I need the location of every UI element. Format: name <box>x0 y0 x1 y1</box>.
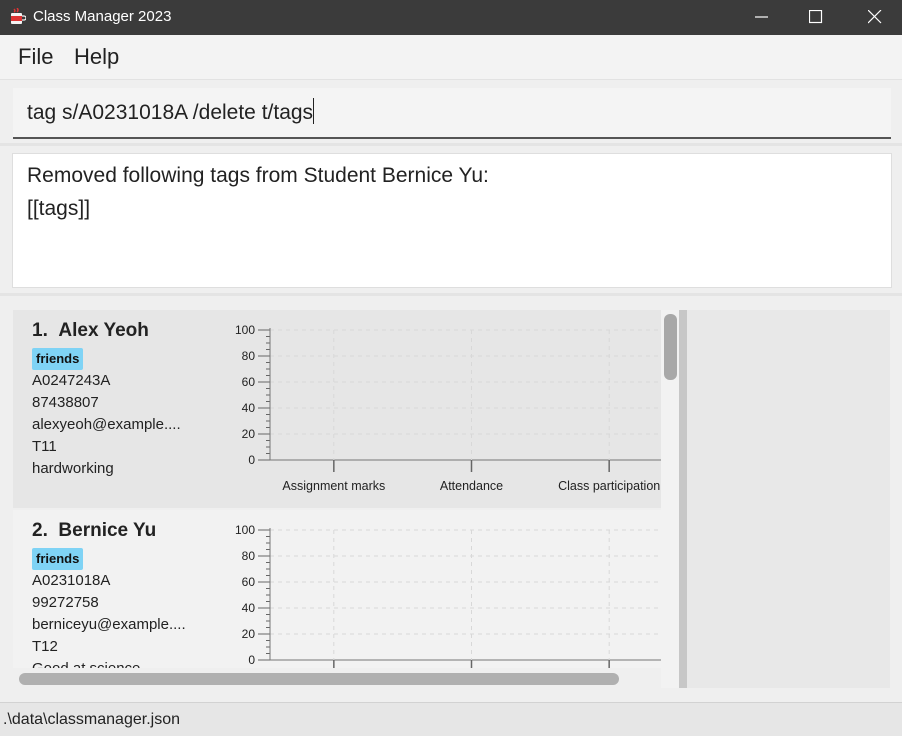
window-title: Class Manager 2023 <box>33 8 172 25</box>
y-tick-label: 100 <box>235 523 255 537</box>
y-tick-label: 40 <box>242 601 256 615</box>
menu-bar: File Help <box>0 35 902 80</box>
x-tick-label: Assignment marks <box>282 479 385 493</box>
close-icon <box>868 10 882 24</box>
text-caret <box>313 98 315 124</box>
y-tick-label: 0 <box>248 453 255 467</box>
java-cup-icon <box>11 8 26 24</box>
email: berniceyu@example.... <box>32 616 186 633</box>
student-name-text: Bernice Yu <box>58 520 157 541</box>
result-line: [[tags]] <box>27 197 91 220</box>
phone: 99272758 <box>32 594 99 611</box>
tag-badge: friends <box>32 548 84 570</box>
student-name: 2. Bernice Yu <box>32 520 156 542</box>
command-text: tag s/A0231018A /delete t/tags <box>27 101 314 124</box>
class-number: T11 <box>32 438 57 455</box>
student-card[interactable]: 1. Alex Yeoh friends A0247243A 87438807 … <box>13 310 661 508</box>
phone: 87438807 <box>32 394 99 411</box>
menu-file[interactable]: File <box>18 44 53 70</box>
command-box[interactable]: tag s/A0231018A /delete t/tags <box>13 88 891 139</box>
detail-panel <box>687 310 890 688</box>
close-button[interactable] <box>852 0 898 35</box>
student-number: A0247243A <box>32 372 111 389</box>
y-tick-label: 0 <box>248 653 255 667</box>
student-index: 2. <box>32 520 48 541</box>
y-tick-label: 40 <box>242 401 256 415</box>
result-display: Removed following tags from Student Bern… <box>12 153 892 288</box>
grades-chart: 0 20 40 60 80 100 Assignment marks Attendance Cl… <box>235 323 661 493</box>
result-line: Removed following tags from Student Bern… <box>27 164 489 187</box>
student-index: 1. <box>32 320 48 341</box>
horizontal-scroll-thumb[interactable] <box>19 673 619 685</box>
minimize-icon <box>755 16 768 18</box>
student-name: 1. Alex Yeoh <box>32 320 149 342</box>
student-list[interactable]: 1. Alex Yeoh friends A0247243A 87438807 … <box>13 310 661 668</box>
y-tick-label: 80 <box>242 349 256 363</box>
x-tick-label: Attendance <box>440 479 503 493</box>
maximize-button[interactable] <box>793 0 839 35</box>
grades-chart: 020406080100Assignment marks Attendance Cl… <box>235 523 661 668</box>
x-tick-label: Class participation <box>558 479 660 493</box>
y-tick-label: 60 <box>242 375 256 389</box>
y-tick-label: 80 <box>242 549 256 563</box>
student-card[interactable]: 2. Bernice Yu friends A0231018A 99272758… <box>13 510 661 668</box>
command-input[interactable]: tag s/A0231018A /delete t/tags <box>27 98 315 125</box>
y-tick-label: 20 <box>242 427 256 441</box>
vertical-scroll-thumb[interactable] <box>664 314 677 380</box>
scrollbar-edge <box>679 310 687 688</box>
maximize-icon <box>809 10 823 24</box>
title-bar: Class Manager 2023 <box>0 0 902 35</box>
student-name-text: Alex Yeoh <box>58 320 149 341</box>
comment: hardworking <box>32 460 114 477</box>
class-number: T12 <box>32 638 58 655</box>
y-tick-label: 100 <box>235 323 255 337</box>
divider <box>0 143 902 146</box>
save-location: .\data\classmanager.json <box>3 711 180 728</box>
minimize-button[interactable] <box>739 0 785 35</box>
y-tick-label: 20 <box>242 627 256 641</box>
student-number: A0231018A <box>32 572 111 589</box>
comment: Good at science <box>32 660 140 668</box>
email: alexyeoh@example.... <box>32 416 181 433</box>
status-bar: .\data\classmanager.json <box>0 702 902 736</box>
divider <box>0 293 902 296</box>
menu-help[interactable]: Help <box>74 44 119 70</box>
y-tick-label: 60 <box>242 575 256 589</box>
tag-badge: friends <box>32 348 84 370</box>
